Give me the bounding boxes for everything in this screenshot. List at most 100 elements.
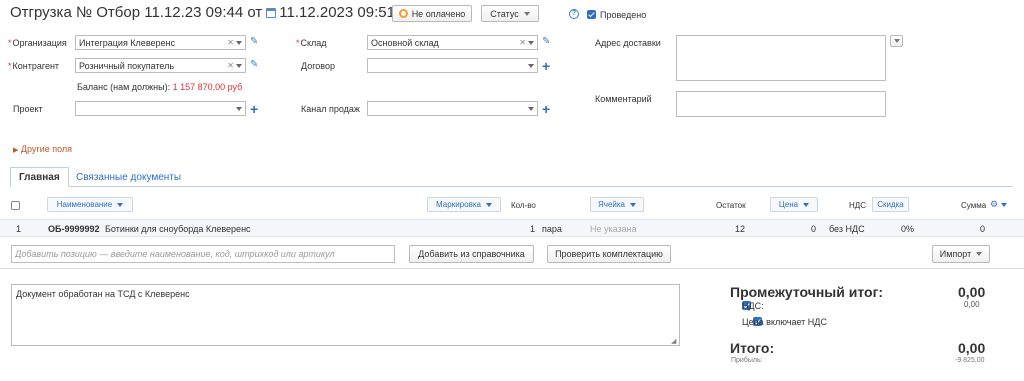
chevron-down-icon[interactable] (528, 40, 534, 45)
column-price-label: Цена (778, 200, 799, 209)
row-qty[interactable]: 1 (530, 224, 535, 234)
column-vat-label: НДС (849, 201, 866, 210)
gear-icon[interactable]: ⚙ (990, 199, 998, 210)
organization-select[interactable]: Интеграция Клеверенс ✕ (75, 35, 246, 50)
import-label: Импорт (939, 249, 972, 259)
column-cell-button[interactable]: Ячейка (590, 197, 644, 212)
required-mark: * (8, 61, 12, 71)
column-qty-label: Кол-во (511, 201, 536, 210)
import-button[interactable]: Импорт (932, 245, 990, 263)
row-cell[interactable]: Не указана (590, 224, 637, 234)
table-row[interactable]: 1 ОБ-9999992 Ботинки для сноуборда Клеве… (0, 219, 1024, 237)
doc-date[interactable]: 11.12.2023 09:51 (279, 4, 395, 21)
price-includes-vat-label: Цена включает НДС (742, 317, 827, 327)
tab-related-documents[interactable]: Связанные документы (68, 167, 189, 187)
column-marking-button[interactable]: Маркировка (427, 197, 501, 212)
chevron-down-icon (485, 202, 492, 207)
profit-value: -9 825,00 (955, 357, 985, 364)
column-name-label: Наименование (56, 200, 113, 209)
chevron-down-icon[interactable] (236, 40, 242, 45)
chevron-down-icon (117, 202, 124, 207)
row-price[interactable]: 0 (811, 224, 816, 234)
organization-label: *Организация (8, 38, 67, 48)
chevron-right-icon: ▶ (13, 147, 19, 154)
other-fields-toggle[interactable]: ▶ Другие поля (13, 144, 72, 154)
warehouse-label: *Склад (296, 38, 327, 48)
resize-handle-icon[interactable]: ◢ (671, 337, 676, 345)
document-title: Отгрузка № Отбор 11.12.23 09:44 от 11.12… (10, 4, 395, 21)
comment-input[interactable] (676, 91, 886, 117)
balance: Баланс (нам должны): 1 157 870,00 руб (77, 82, 242, 92)
add-position-input[interactable]: Добавить позицию — введите наименование,… (11, 245, 395, 263)
column-name-button[interactable]: Наименование (47, 197, 133, 212)
chevron-down-icon (976, 252, 983, 256)
clear-icon[interactable]: ✕ (227, 38, 234, 47)
select-all-checkbox[interactable] (11, 201, 20, 210)
comment-label: Комментарий (595, 94, 652, 104)
counterparty-select[interactable]: Розничный покупатель ✕ (75, 58, 246, 73)
total-label: Итого: (730, 340, 775, 356)
row-stock: 12 (735, 224, 746, 234)
column-discount-button[interactable]: Скидка (872, 197, 909, 212)
edit-warehouse-icon[interactable]: ✎ (542, 36, 550, 47)
payment-status-button[interactable]: Не оплачено (392, 5, 472, 22)
doc-number[interactable]: Отбор 11.12.23 09:44 (96, 4, 243, 21)
counterparty-value: Розничный покупатель (79, 60, 175, 71)
add-project-icon[interactable]: + (250, 102, 258, 116)
row-unit: пара (542, 224, 562, 234)
row-vat[interactable]: без НДС (829, 224, 865, 234)
help-icon[interactable]: ? (569, 9, 579, 19)
organization-label-text: Организация (12, 38, 67, 48)
required-mark: * (8, 38, 12, 48)
chevron-down-icon[interactable] (1001, 203, 1007, 207)
check-kit-button[interactable]: Проверить комплектацию (547, 245, 671, 263)
contract-select[interactable] (367, 58, 538, 73)
vat-value: 0,00 (964, 300, 980, 309)
total-value: 0,00 (958, 340, 986, 356)
column-cell-label: Ячейка (598, 200, 625, 209)
profit-label: Прибыль: (731, 357, 763, 364)
clear-icon[interactable]: ✕ (519, 38, 526, 47)
status-button[interactable]: Статус (481, 5, 539, 22)
document-note-input[interactable]: Документ обработан на ТСД с Клеверенс (11, 284, 680, 346)
warehouse-select[interactable]: Основной склад ✕ (367, 35, 538, 50)
chevron-down-icon[interactable] (236, 63, 242, 68)
posted-checkbox[interactable] (587, 10, 596, 19)
status-circle-icon (398, 9, 408, 18)
doc-type: Отгрузка № (10, 4, 93, 21)
add-contract-icon[interactable]: + (542, 59, 550, 73)
delivery-address-input[interactable] (676, 35, 886, 81)
row-name[interactable]: Ботинки для сноуборда Клеверенс (105, 224, 251, 234)
delivery-address-label: Адрес доставки (595, 38, 661, 48)
calendar-icon[interactable] (266, 7, 277, 18)
counterparty-label-text: Контрагент (12, 61, 60, 71)
edit-organization-icon[interactable]: ✎ (250, 36, 258, 47)
document-note-text: Документ обработан на ТСД с Клеверенс (16, 289, 190, 299)
address-expand-button[interactable] (890, 35, 903, 47)
clear-icon[interactable]: ✕ (227, 61, 234, 70)
subtotal-label: Промежуточный итог: (730, 284, 884, 300)
row-sum: 0 (980, 224, 986, 234)
sales-channel-select[interactable] (367, 101, 538, 116)
vat-label: НДС: (742, 301, 764, 311)
add-sales-channel-icon[interactable]: + (542, 102, 550, 116)
chevron-down-icon (630, 202, 636, 207)
status-button-label: Статус (490, 8, 519, 19)
warehouse-label-text: Склад (300, 38, 327, 48)
chevron-down-icon[interactable] (236, 106, 242, 111)
project-select[interactable] (75, 101, 246, 116)
chevron-down-icon (523, 11, 530, 16)
column-sum-label: Сумма (961, 201, 987, 210)
balance-label: Баланс (нам должны): (77, 82, 171, 92)
chevron-down-icon (803, 202, 810, 207)
add-from-catalog-button[interactable]: Добавить из справочника (409, 245, 534, 263)
organization-value: Интеграция Клеверенс (79, 37, 175, 48)
tab-main[interactable]: Главная (10, 167, 69, 187)
row-code: ОБ-9999992 (48, 224, 100, 234)
chevron-down-icon[interactable] (528, 106, 534, 111)
column-price-button[interactable]: Цена (770, 197, 818, 212)
edit-counterparty-icon[interactable]: ✎ (250, 59, 258, 70)
posted-label: Проведено (600, 10, 647, 20)
chevron-down-icon[interactable] (528, 63, 534, 68)
row-discount[interactable]: 0% (901, 224, 914, 234)
